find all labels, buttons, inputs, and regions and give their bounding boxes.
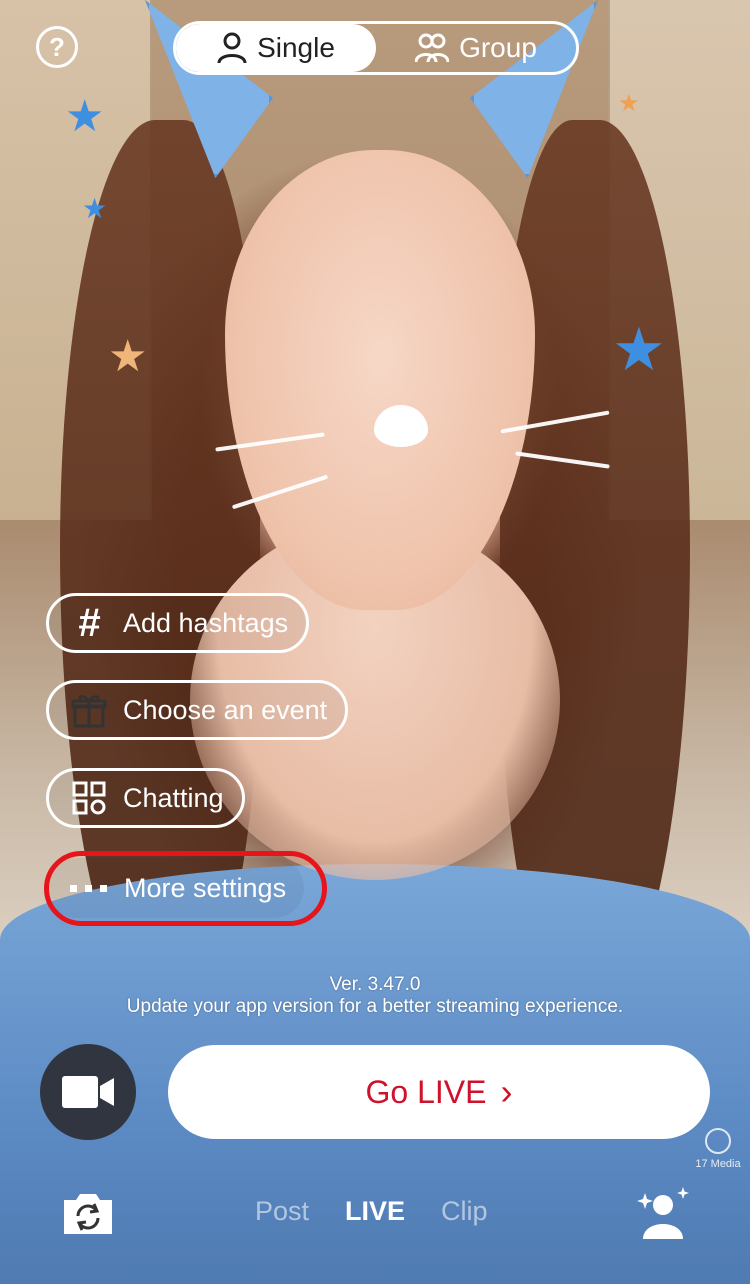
chevron-right-icon: ›	[500, 1071, 513, 1112]
mode-group-button[interactable]: Group	[376, 24, 576, 72]
watermark-logo: 17 Media	[690, 1128, 746, 1170]
chatting-button[interactable]: Chatting	[46, 768, 245, 828]
group-icon	[415, 33, 450, 63]
person-icon	[217, 32, 247, 64]
choose-event-label: Choose an event	[123, 694, 328, 725]
star-sticker: ★	[82, 193, 108, 224]
version-message: Update your app version for a better str…	[126, 996, 624, 1017]
flip-camera-button[interactable]	[58, 1188, 118, 1240]
mode-toggle: Single Group	[173, 21, 579, 75]
bottom-bar: Post LIVE Clip	[0, 1180, 750, 1250]
grid-icon	[69, 778, 109, 818]
camera-toggle-button[interactable]	[40, 1044, 136, 1140]
go-live-button[interactable]: Go LIVE ›	[168, 1045, 710, 1139]
go-live-label: Go LIVE	[365, 1073, 487, 1110]
star-sticker: ★	[65, 92, 105, 141]
help-icon: ?	[49, 32, 65, 62]
help-button[interactable]: ?	[36, 26, 78, 68]
add-guest-button[interactable]	[634, 1184, 694, 1244]
mode-single-label: Single	[257, 32, 335, 63]
add-hashtags-label: Add hashtags	[123, 607, 289, 638]
gift-icon	[69, 690, 109, 730]
add-hashtags-button[interactable]: # Add hashtags	[46, 593, 310, 653]
hashtag-icon: #	[77, 601, 101, 645]
mode-tabs: Post LIVE Clip	[255, 1196, 488, 1227]
chatting-label: Chatting	[123, 782, 224, 813]
version-number: Ver. 3.47.0	[329, 974, 421, 995]
face	[225, 150, 535, 610]
more-settings-highlight	[44, 851, 327, 926]
mode-group-label: Group	[459, 32, 537, 63]
tab-live[interactable]: LIVE	[345, 1196, 405, 1227]
mode-single-button[interactable]: Single	[176, 24, 376, 72]
tab-post[interactable]: Post	[255, 1196, 309, 1227]
watermark-text: 17 Media	[695, 1158, 741, 1170]
star-sticker: ★	[612, 316, 666, 383]
star-sticker: ★	[618, 90, 640, 117]
choose-event-button[interactable]: Choose an event	[46, 680, 349, 740]
version-notice: Ver. 3.47.0 Update your app version for …	[0, 974, 750, 1018]
video-camera-icon	[62, 1076, 114, 1108]
add-guest-icon	[637, 1187, 689, 1239]
watermark-icon	[705, 1128, 731, 1154]
flip-camera-icon	[64, 1194, 112, 1234]
cat-nose-filter	[374, 405, 428, 447]
star-sticker: ★	[108, 332, 148, 381]
tab-clip[interactable]: Clip	[441, 1196, 488, 1227]
